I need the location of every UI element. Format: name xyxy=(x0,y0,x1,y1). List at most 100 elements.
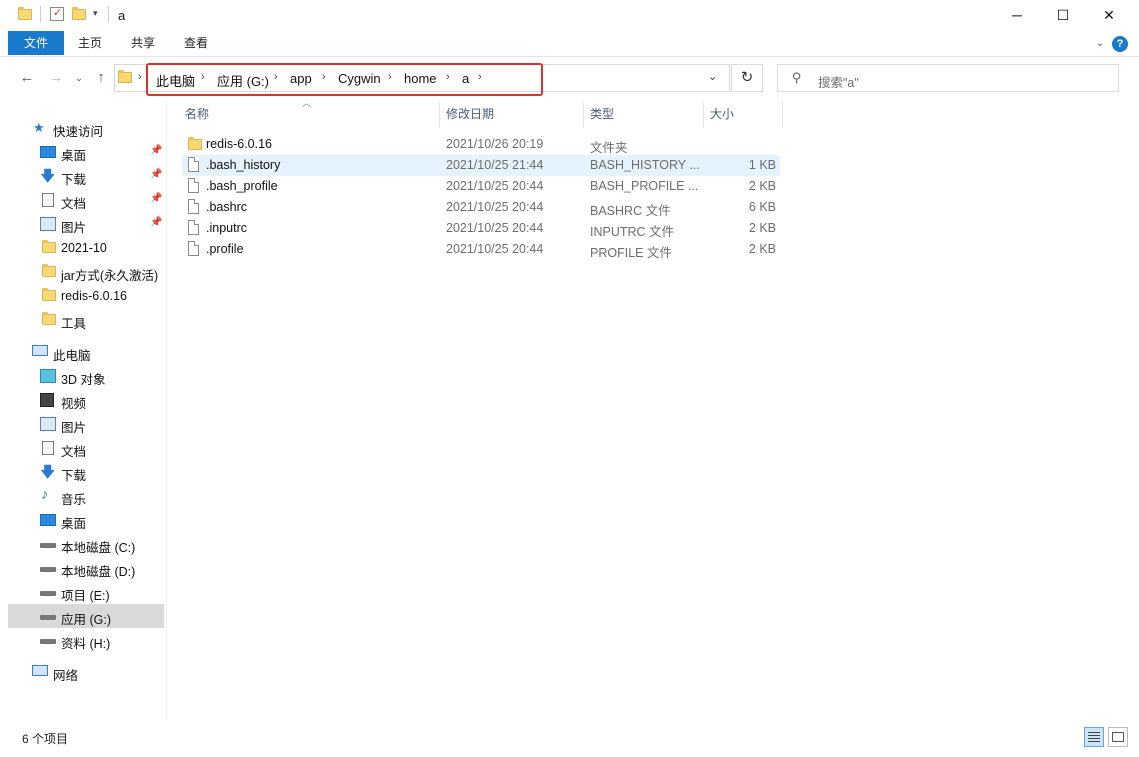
file-date: 2021/10/25 20:44 xyxy=(446,242,544,256)
details-view-icon xyxy=(1088,732,1100,733)
file-date: 2021/10/25 20:44 xyxy=(446,200,544,214)
film-icon xyxy=(40,393,54,407)
column-size[interactable]: 大小 xyxy=(710,100,734,128)
file-size: 2 KB xyxy=(748,179,776,193)
pin-icon[interactable]: 📌 xyxy=(150,145,162,156)
file-type: BASH_PROFILE ... xyxy=(590,179,699,193)
nav-network[interactable]: 网络 xyxy=(8,660,164,684)
nav-quick-access[interactable]: ★ 快速访问 xyxy=(8,116,164,140)
file-size: 2 KB xyxy=(748,221,776,235)
column-divider[interactable] xyxy=(782,102,783,128)
nav-3d-objects[interactable]: 3D 对象 xyxy=(8,364,164,388)
file-row[interactable]: .bash_history 2021/10/25 21:44 BASH_HIST… xyxy=(182,155,780,176)
file-size: 6 KB xyxy=(748,200,776,214)
column-divider[interactable] xyxy=(703,102,704,128)
file-name: .profile xyxy=(206,242,244,256)
document-icon xyxy=(42,193,54,207)
nav-pc-downloads[interactable]: 🡇 下载 xyxy=(8,460,164,484)
nav-videos[interactable]: 视频 xyxy=(8,388,164,412)
forward-button[interactable]: → xyxy=(45,66,67,90)
nav-folder-redis[interactable]: redis-6.0.16 xyxy=(8,284,164,308)
help-icon[interactable]: ? xyxy=(1112,36,1128,52)
minimize-button[interactable]: ─ xyxy=(994,0,1040,30)
nav-drive-g[interactable]: 应用 (G:) xyxy=(8,604,164,628)
pin-icon[interactable]: 📌 xyxy=(150,217,162,228)
folder-icon xyxy=(42,312,58,328)
search-placeholder: 搜索"a" xyxy=(818,76,859,90)
details-view-button[interactable] xyxy=(1084,727,1104,747)
file-icon xyxy=(188,178,199,193)
document-icon xyxy=(42,441,54,455)
refresh-button[interactable]: ↻ xyxy=(731,64,763,92)
nav-folder-2021-10[interactable]: 2021-10 xyxy=(8,236,164,260)
picture-icon xyxy=(40,217,56,231)
file-name: redis-6.0.16 xyxy=(206,137,273,151)
file-type: BASH_HISTORY ... xyxy=(590,158,700,172)
tab-share[interactable]: 共享 xyxy=(131,31,155,55)
expand-ribbon-icon[interactable]: ⌄ xyxy=(1096,38,1104,49)
properties-icon[interactable]: ✓ xyxy=(50,7,64,21)
nav-pictures[interactable]: 图片 📌 xyxy=(8,212,164,236)
file-icon xyxy=(188,220,199,235)
file-type: PROFILE 文件 xyxy=(590,246,672,260)
nav-music[interactable]: ♪ 音乐 xyxy=(8,484,164,508)
download-arrow-icon: 🡇 xyxy=(40,464,56,481)
nav-documents[interactable]: 文档 📌 xyxy=(8,188,164,212)
folder-icon xyxy=(42,264,58,280)
file-row[interactable]: redis-6.0.16 2021/10/26 20:19 文件夹 xyxy=(182,134,780,155)
pin-icon[interactable]: 📌 xyxy=(150,169,162,180)
tab-view[interactable]: 查看 xyxy=(184,31,208,55)
file-name: .bash_profile xyxy=(206,179,278,193)
file-row[interactable]: .bash_profile 2021/10/25 20:44 BASH_PROF… xyxy=(182,176,780,197)
large-icons-view-button[interactable] xyxy=(1108,727,1128,747)
file-name: .inputrc xyxy=(206,221,247,235)
file-date: 2021/10/25 21:44 xyxy=(446,158,544,172)
file-row[interactable]: .profile 2021/10/25 20:44 PROFILE 文件 2 K… xyxy=(182,239,780,260)
tab-home[interactable]: 主页 xyxy=(78,31,102,55)
nav-drive-e[interactable]: 项目 (E:) xyxy=(8,580,164,604)
file-date: 2021/10/25 20:44 xyxy=(446,221,544,235)
file-type: 文件夹 xyxy=(590,141,628,155)
maximize-button[interactable]: ☐ xyxy=(1040,0,1086,30)
nav-drive-c[interactable]: 本地磁盘 (C:) xyxy=(8,532,164,556)
close-button[interactable]: ✕ xyxy=(1086,0,1132,30)
computer-icon xyxy=(32,345,48,356)
column-date[interactable]: 修改日期 xyxy=(446,100,494,128)
search-box[interactable]: ⚲ 搜索"a" xyxy=(777,64,1119,92)
nav-folder-tools[interactable]: 工具 xyxy=(8,308,164,332)
up-button[interactable]: ↑ xyxy=(90,66,112,90)
column-type[interactable]: 类型 xyxy=(590,100,614,128)
column-divider[interactable] xyxy=(439,102,440,128)
nav-this-pc[interactable]: 此电脑 xyxy=(8,340,164,364)
folder-icon xyxy=(18,7,32,21)
nav-drive-d[interactable]: 本地磁盘 (D:) xyxy=(8,556,164,580)
drive-icon xyxy=(40,591,56,596)
pin-icon[interactable]: 📌 xyxy=(150,193,162,204)
tab-file[interactable]: 文件 xyxy=(8,31,64,55)
status-item-count: 6 个项目 xyxy=(22,732,69,746)
nav-pc-pictures[interactable]: 图片 xyxy=(8,412,164,436)
divider xyxy=(108,6,109,22)
file-row[interactable]: .inputrc 2021/10/25 20:44 INPUTRC 文件 2 K… xyxy=(182,218,780,239)
nav-pc-desktop[interactable]: 桌面 xyxy=(8,508,164,532)
chevron-right-icon[interactable]: › xyxy=(138,71,142,83)
nav-pc-documents[interactable]: 文档 xyxy=(8,436,164,460)
nav-downloads[interactable]: 🡇 下载 📌 xyxy=(8,164,164,188)
file-date: 2021/10/25 20:44 xyxy=(446,179,544,193)
ribbon-tabs xyxy=(0,30,1139,57)
folder-icon xyxy=(42,288,58,304)
file-icon xyxy=(188,241,199,256)
column-divider[interactable] xyxy=(583,102,584,128)
nav-drive-h[interactable]: 资料 (H:) xyxy=(8,628,164,652)
customize-quick-access-icon[interactable]: ▾ xyxy=(93,8,98,19)
new-folder-icon[interactable] xyxy=(72,7,86,21)
file-row[interactable]: .bashrc 2021/10/25 20:44 BASHRC 文件 6 KB xyxy=(182,197,780,218)
column-name[interactable]: 名称 xyxy=(185,100,209,128)
address-history-icon[interactable]: ⌄ xyxy=(708,70,717,83)
nav-folder-jar[interactable]: jar方式(永久激活) xyxy=(8,260,164,284)
nav-desktop[interactable]: 桌面 📌 xyxy=(8,140,164,164)
cube-icon xyxy=(40,369,56,383)
recent-locations-icon[interactable]: ⌄ xyxy=(68,66,90,90)
large-icons-view-icon xyxy=(1112,732,1124,742)
back-button[interactable]: ← xyxy=(16,66,38,90)
